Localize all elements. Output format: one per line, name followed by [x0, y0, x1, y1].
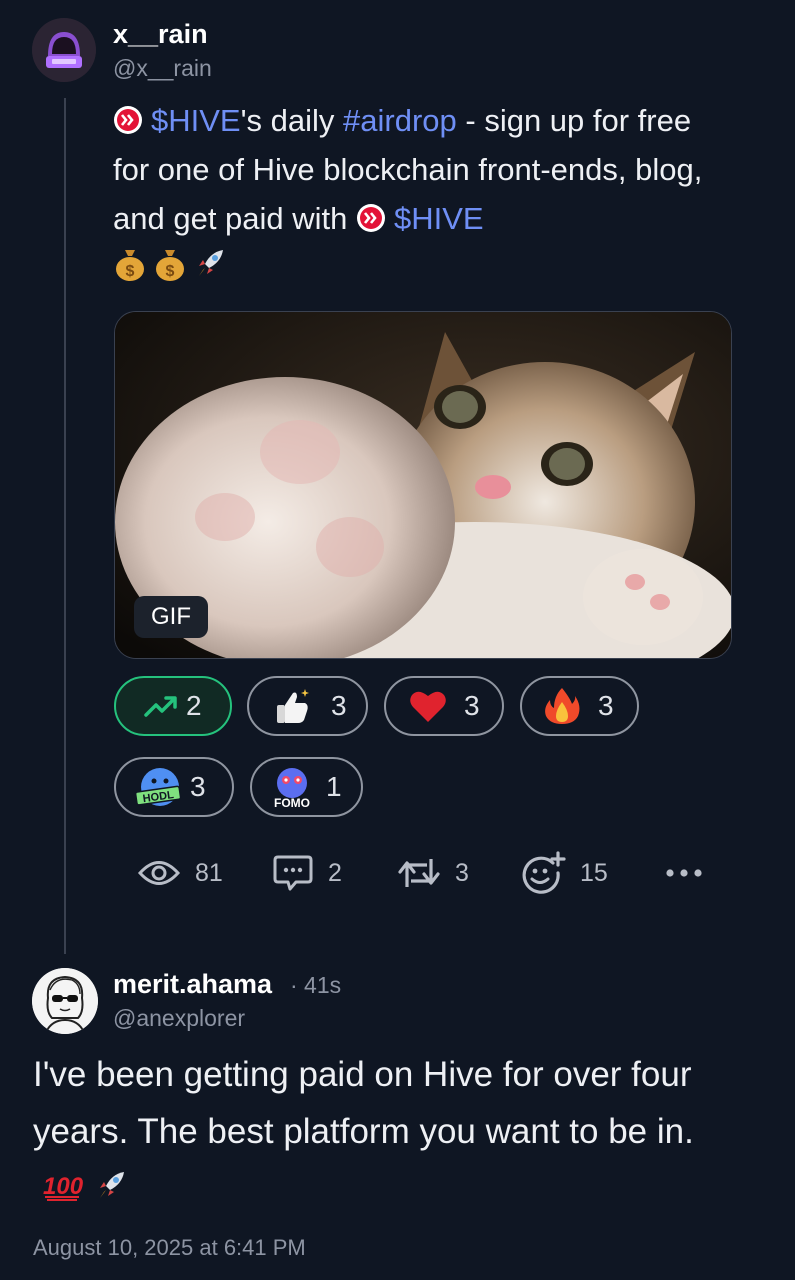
- emoji-row: $ $: [113, 246, 227, 286]
- svg-text:FOMO: FOMO: [274, 796, 310, 809]
- reaction-hodl[interactable]: HODL 3: [114, 757, 234, 817]
- reposts-stat[interactable]: 3: [397, 852, 469, 894]
- reaction-trending[interactable]: 2: [114, 676, 232, 736]
- post-text: $HIVE's daily #airdrop - sign up for fre…: [113, 96, 733, 243]
- svg-text:$: $: [166, 263, 175, 280]
- astronaut-helmet-icon: [32, 18, 96, 82]
- reposts-count: 3: [455, 858, 469, 887]
- add-reaction-stat[interactable]: 15: [520, 851, 608, 894]
- reaction-count: 1: [326, 771, 342, 802]
- comments-stat[interactable]: 2: [272, 852, 342, 894]
- reactions-count: 15: [580, 858, 608, 887]
- more-dots-icon: [666, 869, 702, 877]
- author-avatar[interactable]: [32, 18, 96, 82]
- reaction-fire[interactable]: 3: [520, 676, 639, 736]
- author-handle[interactable]: @x__rain: [113, 55, 212, 82]
- money-bag-icon: $: [156, 250, 184, 281]
- money-bag-icon: $: [116, 250, 144, 281]
- reply-author-handle[interactable]: @anexplorer: [113, 1005, 245, 1032]
- reaction-heart[interactable]: 3: [384, 676, 504, 736]
- sketch-portrait-icon: [32, 968, 98, 1034]
- thread-line: [64, 98, 66, 954]
- hodl-icon: HODL: [134, 768, 182, 806]
- cashtag-hive[interactable]: $HIVE: [394, 201, 484, 236]
- heart-icon: [410, 691, 446, 722]
- svg-text:100: 100: [43, 1173, 83, 1200]
- author-name[interactable]: x__rain: [113, 19, 208, 50]
- eye-icon: [137, 861, 181, 885]
- reply-avatar[interactable]: [32, 968, 98, 1034]
- comment-icon: [273, 855, 313, 891]
- thumbs-up-icon: [277, 689, 309, 723]
- reply-author-name[interactable]: merit.ahama: [113, 969, 272, 1000]
- hive-logo-icon: [114, 106, 142, 134]
- post-timestamp: August 10, 2025 at 6:41 PM: [33, 1235, 306, 1260]
- cashtag-hive[interactable]: $HIVE: [151, 103, 241, 138]
- gif-badge: GIF: [134, 596, 208, 638]
- reply-text: I've been getting paid on Hive for over …: [33, 1046, 753, 1217]
- add-reaction-icon: [522, 851, 566, 894]
- hashtag-airdrop[interactable]: #airdrop: [343, 103, 457, 138]
- hundred-points-icon: 100: [43, 1173, 84, 1201]
- rocket-icon: [199, 250, 223, 276]
- trending-up-icon: [144, 696, 177, 717]
- views-stat[interactable]: 81: [137, 852, 223, 894]
- more-options-button[interactable]: [664, 852, 704, 894]
- reaction-count: 3: [190, 771, 206, 802]
- reaction-count: 2: [186, 690, 202, 721]
- rocket-icon: [99, 1172, 124, 1198]
- reaction-fomo[interactable]: FOMO 1: [250, 757, 363, 817]
- reaction-count: 3: [464, 690, 480, 721]
- reaction-count: 3: [598, 690, 614, 721]
- fomo-icon: FOMO: [274, 768, 310, 809]
- reply-time-ago: · 41s: [290, 972, 342, 998]
- reaction-thumbs-up[interactable]: 3: [247, 676, 368, 736]
- svg-text:$: $: [126, 263, 135, 280]
- fire-icon: [545, 688, 580, 724]
- reaction-count: 3: [331, 690, 347, 721]
- views-count: 81: [195, 858, 223, 887]
- reply-text-content: I've been getting paid on Hive for over …: [33, 1055, 694, 1151]
- repost-icon: [398, 859, 440, 887]
- comments-count: 2: [328, 858, 342, 887]
- hive-logo-icon: [357, 204, 386, 232]
- post-text-segment: 's daily: [240, 103, 344, 138]
